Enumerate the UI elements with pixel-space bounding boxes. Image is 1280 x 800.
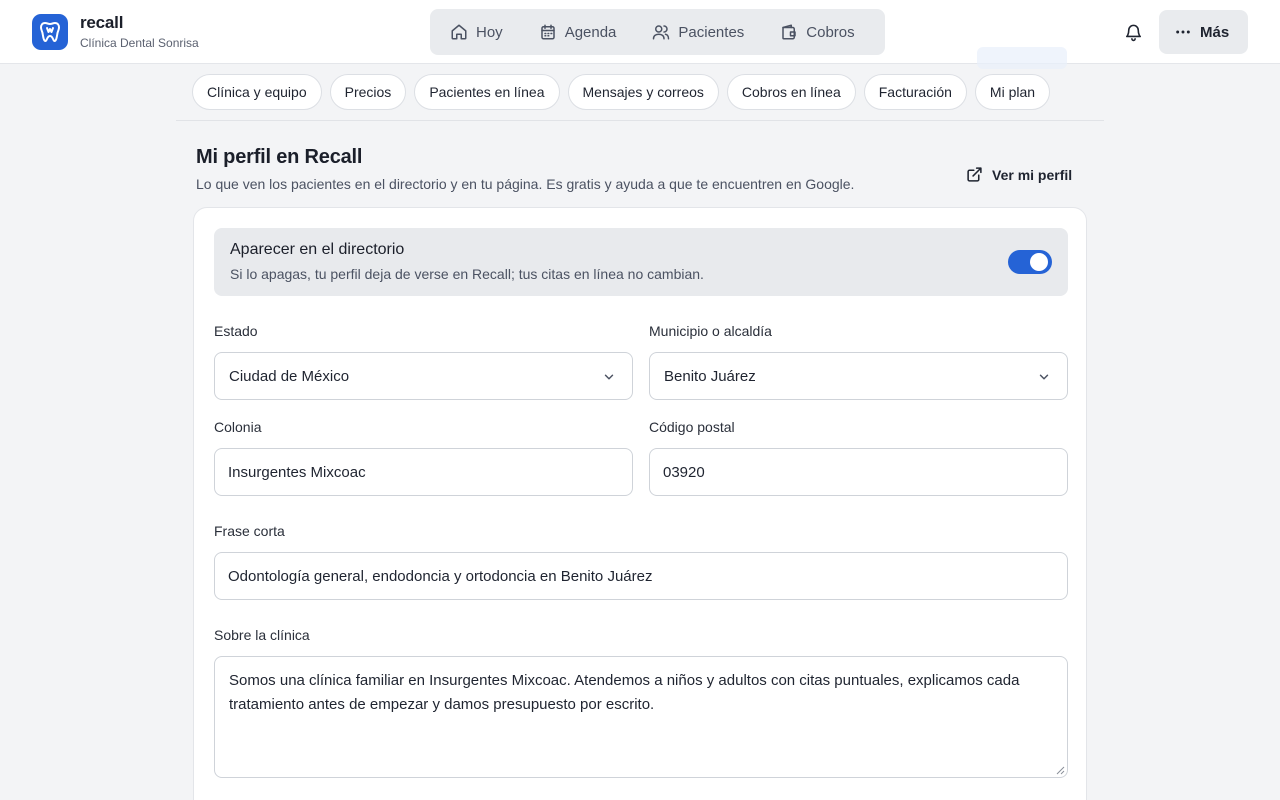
page-title: Mi perfil en Recall — [196, 146, 363, 168]
postal-code-label: Código postal — [649, 419, 735, 435]
tab-precios[interactable]: Precios — [329, 74, 407, 110]
state-value: Ciudad de México — [229, 367, 350, 385]
tab-facturacion[interactable]: Facturación — [863, 74, 967, 110]
directory-title: Aparecer en el directorio — [230, 241, 405, 258]
about-text: Somos una clínica familiar en Insurgente… — [229, 672, 1020, 713]
municipality-value: Benito Juárez — [664, 367, 756, 385]
more-label: Más — [1200, 23, 1230, 41]
tab-mensajes-y-correos[interactable]: Mensajes y correos — [567, 74, 719, 110]
external-link-icon — [967, 167, 982, 182]
municipality-label: Municipio o alcaldía — [649, 323, 772, 339]
state-select[interactable]: Ciudad de México — [214, 352, 633, 400]
tagline-label: Frase corta — [214, 523, 285, 539]
home-icon — [451, 24, 467, 40]
about-label: Sobre la clínica — [214, 627, 310, 643]
postal-code-input[interactable]: 03920 — [649, 448, 1068, 496]
directory-toggle[interactable] — [1008, 250, 1052, 274]
nav-item-hoy[interactable]: Hoy — [440, 15, 513, 49]
colony-label: Colonia — [214, 419, 262, 435]
nav-item-label: Hoy — [476, 23, 503, 41]
faded-tooltip — [977, 47, 1067, 69]
chevron-down-icon — [604, 374, 614, 380]
more-menu-button[interactable]: Más — [1159, 10, 1248, 54]
nav-item-agenda[interactable]: Agenda — [529, 15, 627, 49]
nav-item-label: Pacientes — [678, 23, 745, 41]
state-label: Estado — [214, 323, 258, 339]
colony-input[interactable]: Insurgentes Mixcoac — [214, 448, 633, 496]
clinic-name: Clínica Dental Sonrisa — [80, 36, 199, 50]
page-subtitle: Lo que ven los pacientes en el directori… — [196, 176, 855, 192]
directory-subtitle: Si lo apagas, tu perfil deja de verse en… — [230, 266, 704, 282]
main-nav: Hoy Agenda Pacientes Cobros — [430, 9, 885, 55]
tabs-divider — [176, 120, 1104, 121]
nav-item-pacientes[interactable]: Pacientes — [642, 15, 754, 49]
municipality-select[interactable]: Benito Juárez — [649, 352, 1068, 400]
tab-pacientes-en-linea[interactable]: Pacientes en línea — [414, 74, 560, 110]
profile-card: Aparecer en el directorio Si lo apagas, … — [193, 207, 1087, 800]
view-profile-label: Ver mi perfil — [992, 166, 1073, 183]
top-bar: recall Clínica Dental Sonrisa Hoy Agenda… — [0, 0, 1280, 64]
wallet-icon — [782, 24, 797, 40]
brand-name: recall — [80, 13, 124, 32]
tab-clinica-y-equipo[interactable]: Clínica y equipo — [192, 74, 322, 110]
about-textarea[interactable]: Somos una clínica familiar en Insurgente… — [214, 656, 1068, 778]
view-profile-link[interactable]: Ver mi perfil — [966, 166, 1072, 183]
tab-mi-plan[interactable]: Mi plan — [974, 74, 1051, 110]
toggle-knob — [1030, 253, 1048, 271]
directory-setting: Aparecer en el directorio Si lo apagas, … — [214, 228, 1068, 296]
notifications-button[interactable] — [1120, 19, 1146, 45]
nav-item-label: Agenda — [564, 23, 617, 41]
tooth-icon — [40, 22, 60, 42]
chevron-down-icon — [1039, 374, 1049, 380]
resize-handle-icon[interactable] — [1055, 765, 1065, 775]
tab-cobros-en-linea[interactable]: Cobros en línea — [726, 74, 856, 110]
settings-tabs: Clínica y equipo Precios Pacientes en lí… — [192, 74, 1058, 110]
bell-icon — [1125, 24, 1141, 41]
more-dots-icon — [1176, 30, 1190, 34]
tagline-input[interactable]: Odontología general, endodoncia y ortodo… — [214, 552, 1068, 600]
users-icon — [653, 25, 670, 40]
nav-item-cobros[interactable]: Cobros — [770, 15, 864, 49]
recall-logo[interactable] — [32, 14, 68, 50]
nav-item-label: Cobros — [806, 23, 855, 41]
calendar-icon — [540, 24, 555, 40]
